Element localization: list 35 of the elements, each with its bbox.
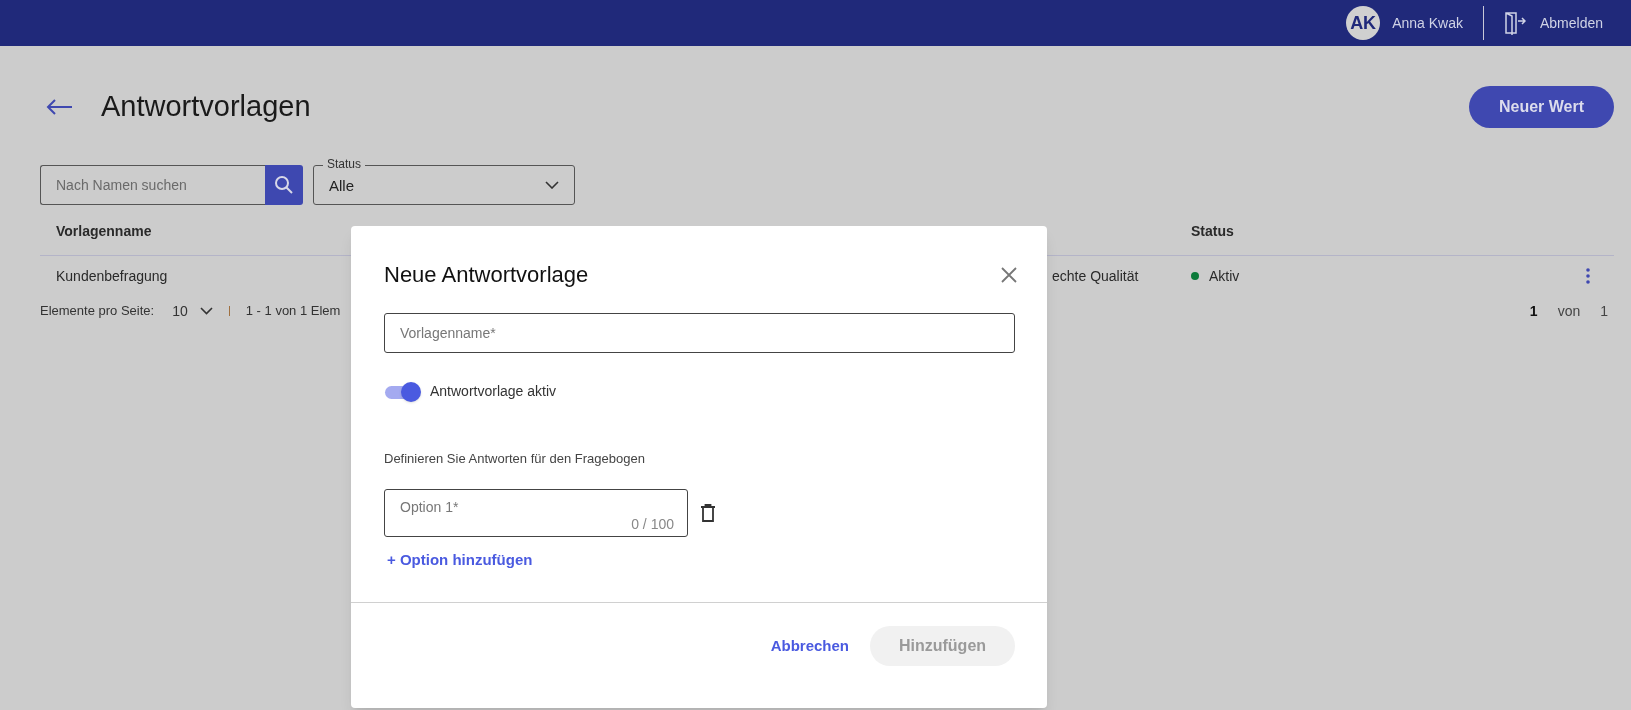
logout-button[interactable]: Abmelden [1503, 11, 1603, 35]
current-page: 1 [1529, 301, 1538, 321]
status-text: Aktiv [1209, 266, 1240, 286]
toggle-label: Antwortvorlage aktiv [430, 382, 557, 401]
column-header: Vorlagenname [55, 222, 152, 241]
add-option-link[interactable]: + Option hinzufügen [387, 548, 533, 571]
back-arrow-icon[interactable] [45, 98, 73, 116]
trash-icon[interactable] [701, 503, 715, 522]
page-title: Antwortvorlagen [101, 89, 311, 125]
per-page-dropdown[interactable]: 10 [172, 300, 213, 322]
search-button[interactable] [265, 165, 303, 205]
status-value: Alle [329, 175, 354, 196]
cancel-button[interactable]: Abbrechen [770, 634, 849, 658]
total-pages: 1 [1600, 301, 1608, 321]
chevron-down-icon [545, 181, 559, 189]
table-cell-text: Kundenbefragung [55, 266, 168, 286]
user-avatar[interactable]: AK [1346, 6, 1381, 40]
toggle-switch[interactable] [384, 381, 422, 403]
column-header: Status [1191, 222, 1234, 241]
search-icon[interactable] [274, 175, 294, 195]
character-counter: 0 / 100 [631, 514, 674, 534]
page-of-text: von [1557, 301, 1581, 321]
range-text: 1 - 1 von 1 Elem [245, 302, 341, 321]
chevron-down-icon [199, 307, 213, 315]
per-page-label: Elemente pro Seite: [40, 302, 155, 321]
close-icon[interactable] [1001, 266, 1017, 283]
dialog-title: Neue Antwortvorlage [384, 261, 589, 289]
table-cell-text: echte Qualität [1052, 266, 1139, 286]
more-icon[interactable] [1586, 268, 1590, 284]
description-text: Definieren Sie Antworten für den Fragebogen [384, 450, 646, 468]
user-name: Anna Kwak [1392, 13, 1463, 33]
door-icon [1503, 11, 1526, 35]
search-field[interactable]: Nach Namen suchen [40, 165, 265, 205]
template-name-field[interactable]: Vorlagenname* [384, 313, 1015, 353]
new-value-button[interactable]: Neuer Wert [1469, 86, 1614, 128]
